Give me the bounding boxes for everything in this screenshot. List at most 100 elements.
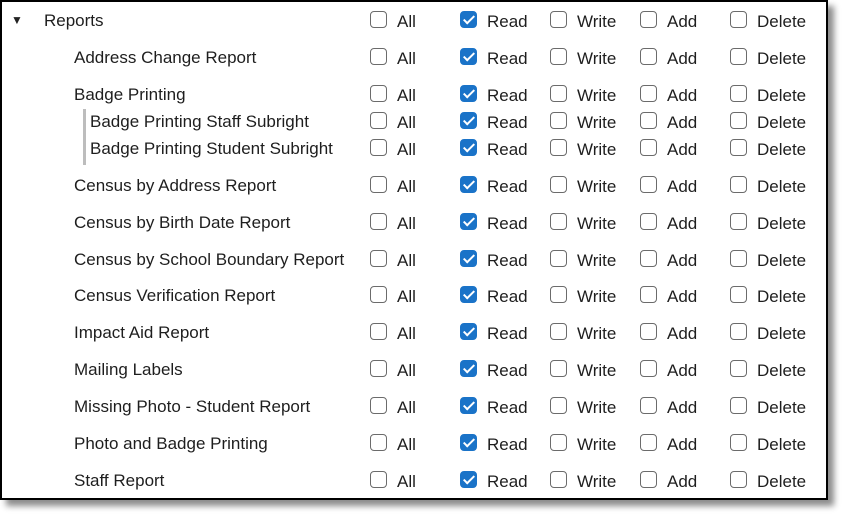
write-permission[interactable]: Write: [550, 247, 616, 273]
write-checkbox[interactable]: [550, 47, 567, 65]
write-checkbox[interactable]: [550, 138, 567, 156]
add-checkbox[interactable]: [640, 285, 657, 303]
add-checkbox[interactable]: [640, 175, 657, 193]
all-checkbox[interactable]: [370, 359, 387, 377]
all-permission[interactable]: All: [370, 45, 416, 71]
write-permission[interactable]: Write: [550, 8, 616, 34]
all-permission[interactable]: All: [370, 8, 416, 34]
read-permission[interactable]: Read: [460, 109, 528, 135]
add-permission[interactable]: Add: [640, 320, 697, 346]
read-checkbox[interactable]: [460, 285, 477, 303]
delete-checkbox[interactable]: [730, 138, 747, 156]
delete-checkbox[interactable]: [730, 175, 747, 193]
write-checkbox[interactable]: [550, 396, 567, 414]
all-permission[interactable]: All: [370, 320, 416, 346]
add-checkbox[interactable]: [640, 212, 657, 230]
read-permission[interactable]: Read: [460, 82, 528, 108]
read-permission[interactable]: Read: [460, 136, 528, 162]
write-checkbox[interactable]: [550, 212, 567, 230]
write-checkbox[interactable]: [550, 249, 567, 267]
add-permission[interactable]: Add: [640, 45, 697, 71]
write-permission[interactable]: Write: [550, 283, 616, 309]
all-checkbox[interactable]: [370, 322, 387, 340]
all-checkbox[interactable]: [370, 84, 387, 102]
read-permission[interactable]: Read: [460, 210, 528, 236]
add-permission[interactable]: Add: [640, 210, 697, 236]
read-permission[interactable]: Read: [460, 45, 528, 71]
delete-checkbox[interactable]: [730, 47, 747, 65]
read-permission[interactable]: Read: [460, 8, 528, 34]
write-permission[interactable]: Write: [550, 136, 616, 162]
add-permission[interactable]: Add: [640, 357, 697, 383]
add-permission[interactable]: Add: [640, 8, 697, 34]
write-permission[interactable]: Write: [550, 431, 616, 457]
read-permission[interactable]: Read: [460, 320, 528, 346]
write-permission[interactable]: Write: [550, 173, 616, 199]
write-permission[interactable]: Write: [550, 45, 616, 71]
add-checkbox[interactable]: [640, 396, 657, 414]
read-checkbox[interactable]: [460, 10, 477, 28]
all-checkbox[interactable]: [370, 10, 387, 28]
all-checkbox[interactable]: [370, 470, 387, 488]
add-permission[interactable]: Add: [640, 109, 697, 135]
write-checkbox[interactable]: [550, 470, 567, 488]
write-checkbox[interactable]: [550, 175, 567, 193]
all-checkbox[interactable]: [370, 111, 387, 129]
delete-checkbox[interactable]: [730, 359, 747, 377]
delete-permission[interactable]: Delete: [730, 431, 806, 457]
read-permission[interactable]: Read: [460, 173, 528, 199]
all-permission[interactable]: All: [370, 82, 416, 108]
write-permission[interactable]: Write: [550, 357, 616, 383]
write-checkbox[interactable]: [550, 433, 567, 451]
all-permission[interactable]: All: [370, 210, 416, 236]
write-checkbox[interactable]: [550, 285, 567, 303]
read-checkbox[interactable]: [460, 175, 477, 193]
write-checkbox[interactable]: [550, 111, 567, 129]
write-permission[interactable]: Write: [550, 320, 616, 346]
read-checkbox[interactable]: [460, 359, 477, 377]
read-checkbox[interactable]: [460, 84, 477, 102]
read-permission[interactable]: Read: [460, 468, 528, 494]
write-permission[interactable]: Write: [550, 394, 616, 420]
delete-checkbox[interactable]: [730, 433, 747, 451]
all-checkbox[interactable]: [370, 249, 387, 267]
write-permission[interactable]: Write: [550, 109, 616, 135]
write-checkbox[interactable]: [550, 84, 567, 102]
delete-checkbox[interactable]: [730, 322, 747, 340]
all-permission[interactable]: All: [370, 283, 416, 309]
read-permission[interactable]: Read: [460, 247, 528, 273]
add-permission[interactable]: Add: [640, 468, 697, 494]
delete-checkbox[interactable]: [730, 470, 747, 488]
add-permission[interactable]: Add: [640, 394, 697, 420]
add-checkbox[interactable]: [640, 47, 657, 65]
all-checkbox[interactable]: [370, 212, 387, 230]
read-checkbox[interactable]: [460, 396, 477, 414]
add-permission[interactable]: Add: [640, 247, 697, 273]
delete-permission[interactable]: Delete: [730, 173, 806, 199]
read-permission[interactable]: Read: [460, 394, 528, 420]
add-checkbox[interactable]: [640, 322, 657, 340]
delete-permission[interactable]: Delete: [730, 8, 806, 34]
delete-permission[interactable]: Delete: [730, 210, 806, 236]
read-permission[interactable]: Read: [460, 283, 528, 309]
all-permission[interactable]: All: [370, 247, 416, 273]
add-checkbox[interactable]: [640, 433, 657, 451]
delete-permission[interactable]: Delete: [730, 357, 806, 383]
read-checkbox[interactable]: [460, 138, 477, 156]
add-checkbox[interactable]: [640, 249, 657, 267]
write-permission[interactable]: Write: [550, 468, 616, 494]
add-permission[interactable]: Add: [640, 431, 697, 457]
delete-checkbox[interactable]: [730, 285, 747, 303]
delete-permission[interactable]: Delete: [730, 82, 806, 108]
add-permission[interactable]: Add: [640, 173, 697, 199]
all-permission[interactable]: All: [370, 109, 416, 135]
delete-permission[interactable]: Delete: [730, 283, 806, 309]
add-permission[interactable]: Add: [640, 82, 697, 108]
all-checkbox[interactable]: [370, 433, 387, 451]
read-checkbox[interactable]: [460, 322, 477, 340]
add-permission[interactable]: Add: [640, 283, 697, 309]
delete-checkbox[interactable]: [730, 111, 747, 129]
add-checkbox[interactable]: [640, 359, 657, 377]
add-checkbox[interactable]: [640, 10, 657, 28]
read-permission[interactable]: Read: [460, 357, 528, 383]
